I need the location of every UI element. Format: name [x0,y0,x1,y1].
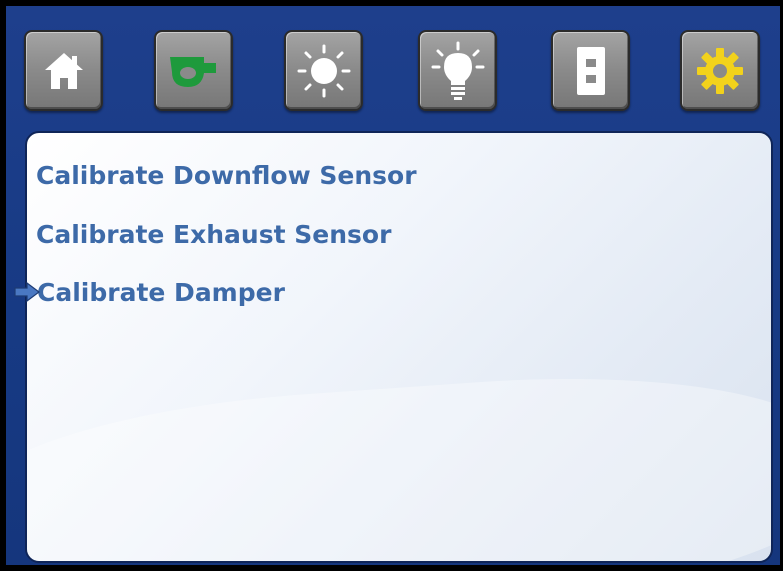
home-icon [42,49,86,93]
fan-icon [166,51,222,91]
toolbar [6,6,780,126]
menu-item-calibrate-damper[interactable]: Calibrate Damper [37,273,285,313]
sun-icon [296,43,352,99]
device-screen: Calibrate Downflow Sensor Calibrate Exha… [0,0,783,571]
outlet-icon [576,46,606,96]
menu-item-calibrate-exhaust-sensor[interactable]: Calibrate Exhaust Sensor [36,215,391,255]
outlet-button[interactable] [551,30,630,111]
selection-arrow-icon [14,281,40,306]
menu-item-calibrate-downflow-sensor[interactable]: Calibrate Downflow Sensor [36,156,417,196]
light-bulb-icon [430,41,486,101]
gear-icon [695,46,745,96]
sun-button[interactable] [284,30,363,111]
light-button[interactable] [418,30,497,111]
fan-button[interactable] [154,30,233,111]
settings-button[interactable] [680,30,760,111]
home-button[interactable] [24,30,103,111]
